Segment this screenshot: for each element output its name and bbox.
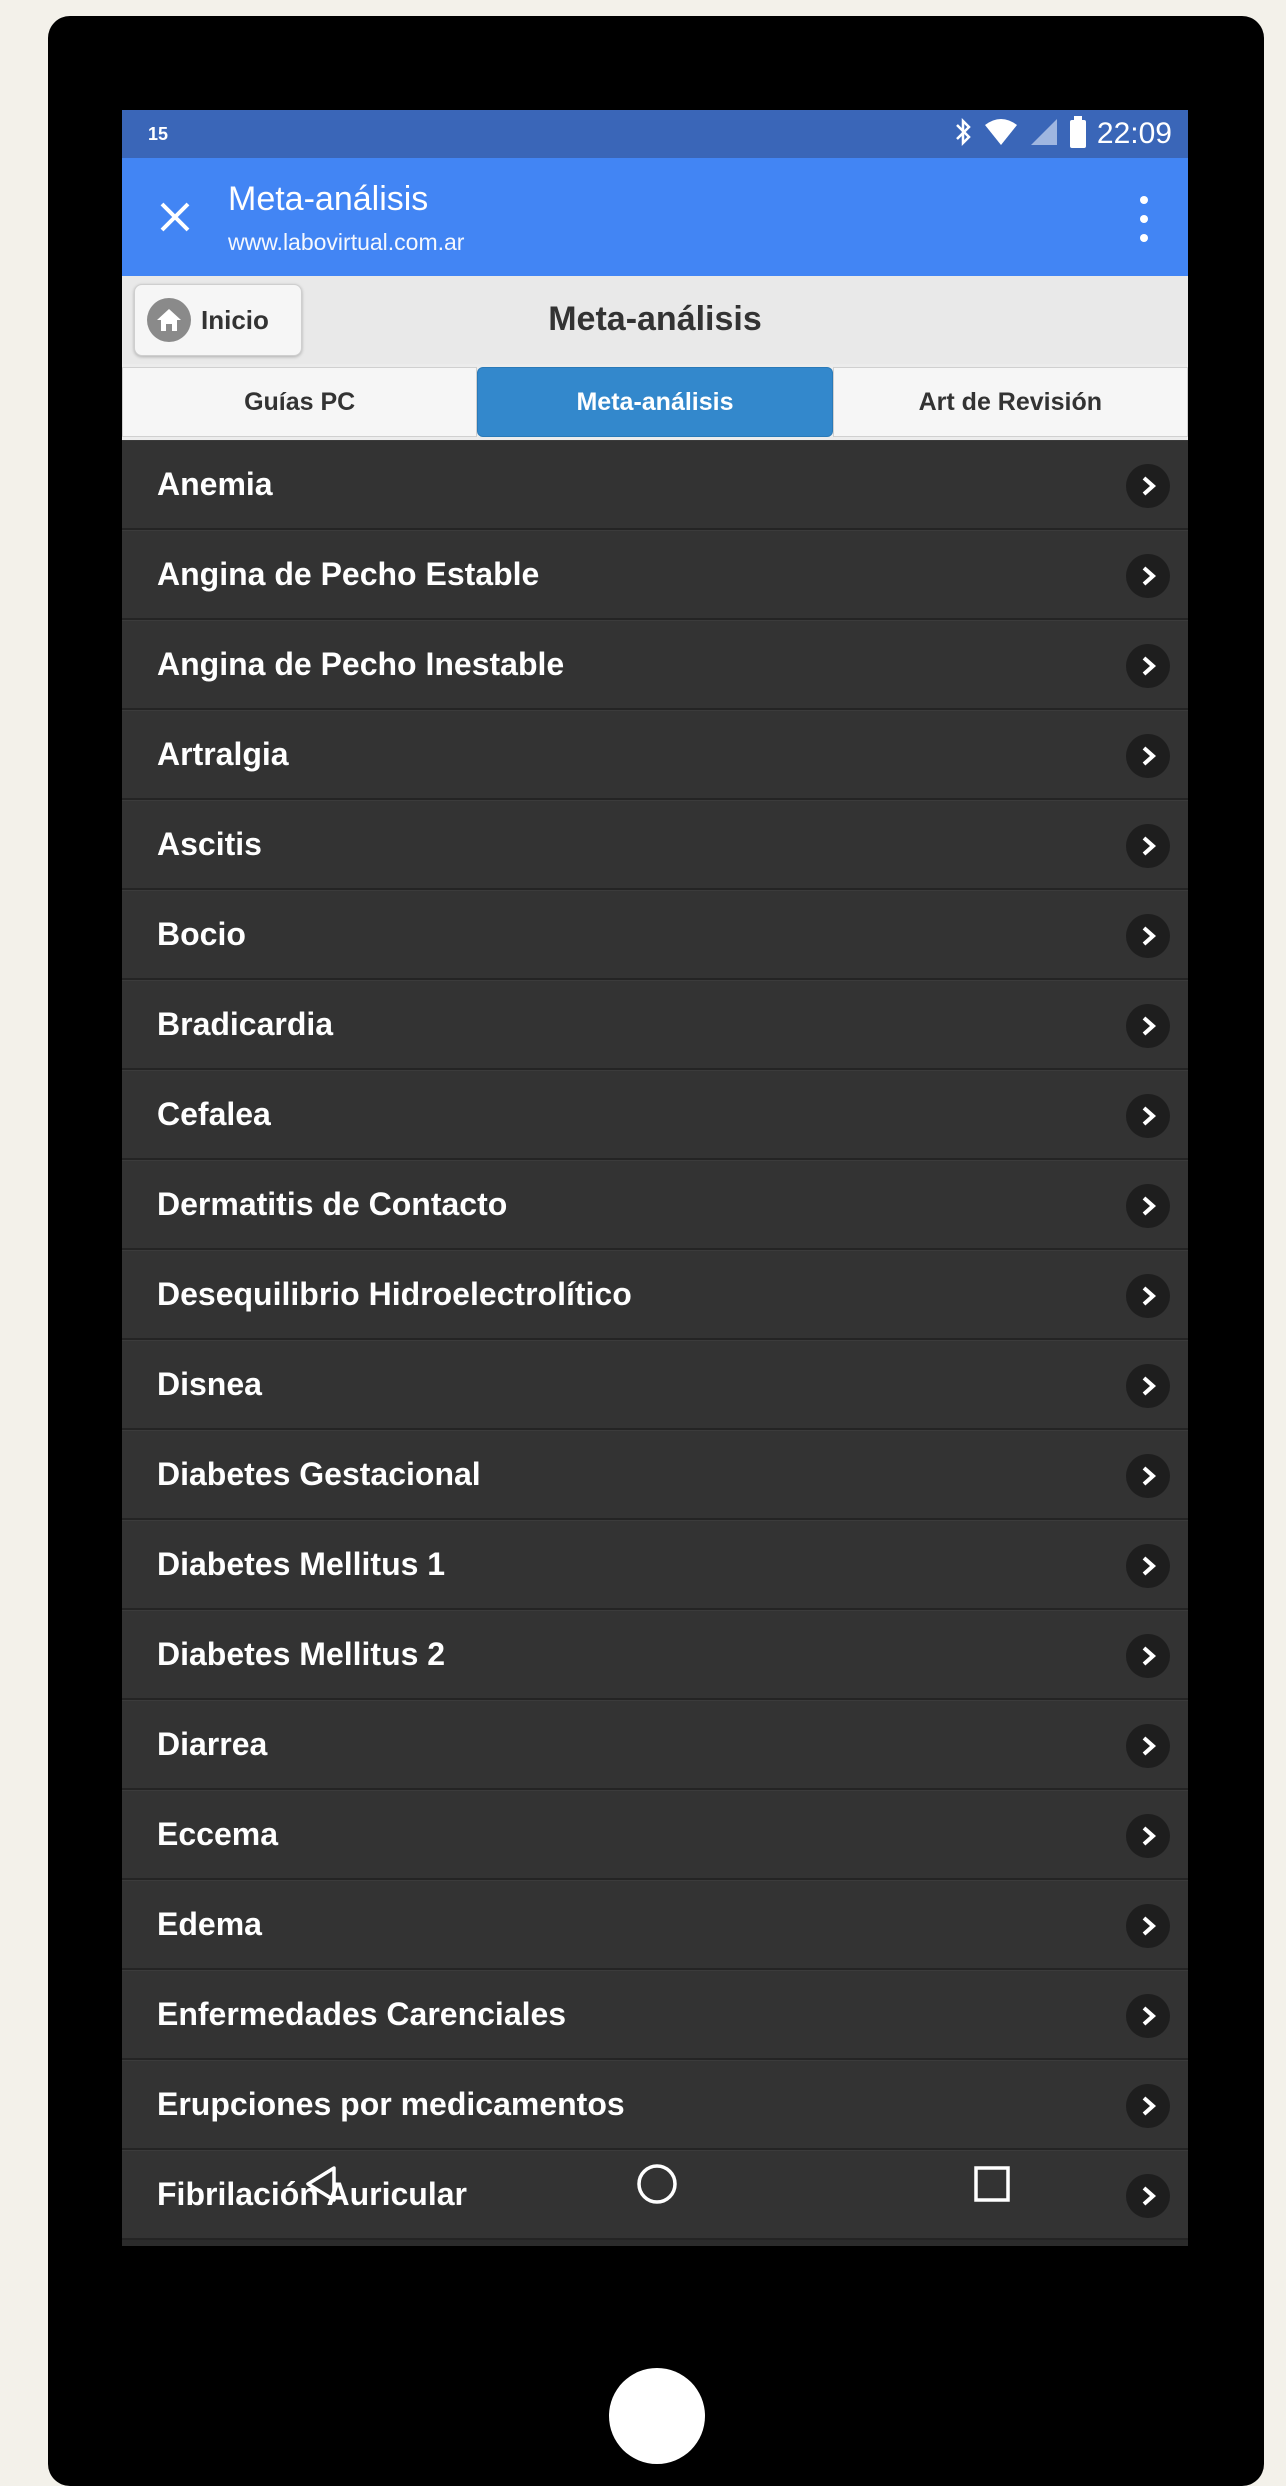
list-item[interactable]: Enfermedades Carenciales [122,1970,1188,2060]
chevron-right-icon [1126,914,1170,958]
list-item-label: Disnea [157,1366,262,1402]
status-bar: 15 22:09 [122,110,1188,158]
list-item-label: Desequilibrio Hidroelectrolítico [157,1276,632,1312]
tab-meta-analisis[interactable]: Meta-análisis [477,367,833,437]
list-item-label: Bradicardia [157,1006,334,1042]
list-item-label: Diabetes Mellitus 2 [157,1636,446,1672]
list-item[interactable]: Ascitis [122,800,1188,890]
toolbar-title: Meta-análisis [228,180,429,218]
chevron-right-icon [1126,1904,1170,1948]
recents-icon[interactable] [962,2154,1022,2214]
list-item[interactable]: Diabetes Mellitus 1 [122,1520,1188,1610]
chevron-right-icon [1126,554,1170,598]
chevron-right-icon [1126,1814,1170,1858]
list-item[interactable]: Bocio [122,890,1188,980]
tab-art-de-revision[interactable]: Art de Revisión [832,367,1188,437]
chevron-right-icon [1126,464,1170,508]
chevron-right-icon [1126,1274,1170,1318]
phone-screen: 15 22:09 Meta-análisis www.labovirtual.c… [122,110,1188,2246]
list-item-label: Artralgia [157,736,289,772]
list-item-label: Angina de Pecho Estable [157,556,540,592]
list-item[interactable]: Eccema [122,1790,1188,1880]
home-circle-icon[interactable] [627,2154,687,2214]
page-header: Inicio Meta-análisis [122,276,1188,365]
list-item[interactable]: Bradicardia [122,980,1188,1070]
list-item[interactable]: Artralgia [122,710,1188,800]
list-item[interactable]: Diabetes Mellitus 2 [122,1610,1188,1700]
list-item[interactable]: Desequilibrio Hidroelectrolítico [122,1250,1188,1340]
status-left-text: 15 [148,124,169,144]
list-item-label: Dermatitis de Contacto [157,1186,508,1222]
page-title: Meta-análisis [548,300,762,338]
list-item-label: Anemia [157,466,273,502]
chevron-right-icon [1126,1184,1170,1228]
list-item[interactable]: Angina de Pecho Estable [122,530,1188,620]
bluetooth-icon [953,117,973,152]
list-item-label: Edema [157,1906,262,1942]
chevron-right-icon [1126,1544,1170,1588]
chevron-right-icon [1126,2174,1170,2218]
topic-list: Anemia Angina de Pecho Estable Angina de P… [122,440,1188,2240]
chevron-right-icon [1126,2084,1170,2128]
browser-toolbar: Meta-análisis www.labovirtual.com.ar [122,158,1188,276]
back-icon[interactable] [292,2154,352,2214]
hardware-home-key[interactable] [609,2368,705,2464]
chevron-right-icon [1126,1004,1170,1048]
chevron-right-icon [1126,734,1170,778]
chevron-right-icon [1126,1454,1170,1498]
list-item[interactable]: Diabetes Gestacional [122,1430,1188,1520]
tab-guias-pc[interactable]: Guías PC [122,367,478,437]
list-item-label: Diabetes Mellitus 1 [157,1546,446,1582]
toolbar-url: www.labovirtual.com.ar [228,229,465,255]
signal-icon [1029,117,1059,152]
list-item-label: Bocio [157,916,246,952]
chevron-right-icon [1126,1724,1170,1768]
more-vert-icon[interactable] [1138,196,1150,242]
list-item-label: Diabetes Gestacional [157,1456,481,1492]
status-time: 22:09 [1096,117,1172,150]
list-item-label: Erupciones por medicamentos [157,2086,625,2122]
chevron-right-icon [1126,1364,1170,1408]
list-item[interactable]: Diarrea [122,1700,1188,1790]
chevron-right-icon [1126,1094,1170,1138]
list-item[interactable]: Dermatitis de Contacto [122,1160,1188,1250]
close-icon[interactable] [152,194,198,240]
list-item[interactable]: Disnea [122,1340,1188,1430]
list-item[interactable]: Erupciones por medicamentos [122,2060,1188,2150]
list-item-label: Diarrea [157,1726,268,1762]
chevron-right-icon [1126,824,1170,868]
list-item-label: Ascitis [157,826,262,862]
chevron-right-icon [1126,1634,1170,1678]
list-item-label: Eccema [157,1816,278,1852]
list-item[interactable]: Anemia [122,440,1188,530]
chevron-right-icon [1126,644,1170,688]
chevron-right-icon [1126,1994,1170,2038]
battery-icon [1069,115,1087,153]
tab-bar: Guías PC Meta-análisis Art de Revisión [122,364,1188,440]
list-item[interactable]: Edema [122,1880,1188,1970]
list-item[interactable]: Angina de Pecho Inestable [122,620,1188,710]
wifi-icon [983,117,1019,152]
list-item-label: Angina de Pecho Inestable [157,646,565,682]
list-item-label: Cefalea [157,1096,271,1132]
list-item-label: Enfermedades Carenciales [157,1996,567,2032]
status-icons: 22:09 [953,115,1172,153]
list-item[interactable]: Cefalea [122,1070,1188,1160]
